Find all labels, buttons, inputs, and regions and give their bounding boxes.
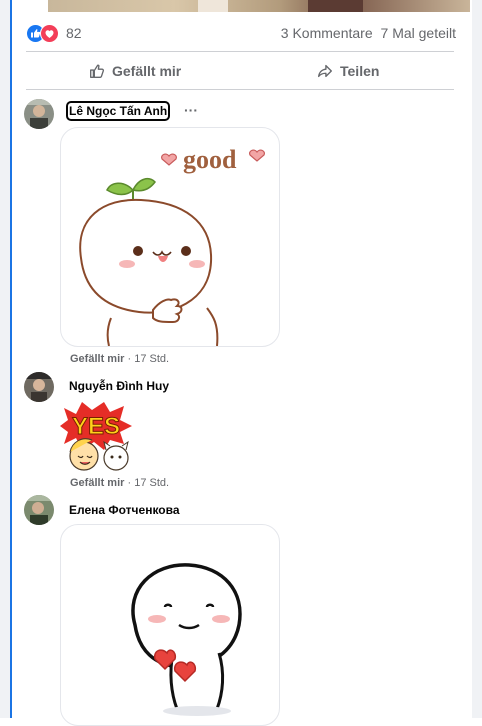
- avatar[interactable]: [24, 99, 54, 129]
- meta-separator: ·: [127, 477, 132, 489]
- comment-author[interactable]: Lê Ngọc Tấn Anh: [65, 101, 171, 121]
- love-icon: [40, 24, 59, 43]
- sticker-caption: good: [183, 145, 237, 174]
- comment-meta: Gefällt mir · 17 Std.: [70, 353, 169, 365]
- share-button-label: Teilen: [340, 63, 380, 79]
- comment-author[interactable]: Nguyễn Đình Huy: [69, 379, 169, 393]
- comment-time[interactable]: 17 Std.: [134, 477, 169, 489]
- like-button[interactable]: Gefällt mir: [88, 60, 181, 82]
- comment-author[interactable]: Елена Фотченкова: [69, 503, 180, 517]
- comment-like-link[interactable]: Gefällt mir: [70, 353, 124, 365]
- comments-count[interactable]: 3 Kommentare: [281, 25, 373, 41]
- meta-separator: ·: [127, 353, 132, 365]
- page-background: 82 3 Kommentare 7 Mal geteilt Gefällt mi…: [0, 0, 482, 726]
- more-options-icon[interactable]: ···: [184, 102, 198, 118]
- reaction-count[interactable]: 82: [66, 25, 82, 41]
- comment-like-link[interactable]: Gefällt mir: [70, 477, 124, 489]
- post-image-bottom-edge[interactable]: [48, 0, 470, 12]
- thumbs-up-icon: [90, 64, 105, 78]
- post-stats: 82 3 Kommentare 7 Mal geteilt: [26, 22, 456, 43]
- sticker-hearts[interactable]: [60, 524, 280, 726]
- comment-time[interactable]: 17 Std.: [134, 353, 169, 365]
- share-button[interactable]: Teilen: [316, 60, 379, 82]
- avatar[interactable]: [24, 372, 54, 402]
- divider: [26, 51, 454, 52]
- sticker-good[interactable]: good: [60, 127, 280, 347]
- reaction-icons[interactable]: [26, 24, 62, 43]
- shares-count[interactable]: 7 Mal geteilt: [381, 25, 456, 41]
- share-arrow-icon: [318, 64, 332, 78]
- avatar[interactable]: [24, 495, 54, 525]
- sticker-caption: YES: [72, 413, 120, 440]
- like-button-label: Gefällt mir: [112, 63, 182, 79]
- sticker-yes[interactable]: YES: [60, 400, 138, 472]
- divider: [26, 89, 454, 90]
- comment-meta: Gefällt mir · 17 Std.: [70, 477, 169, 489]
